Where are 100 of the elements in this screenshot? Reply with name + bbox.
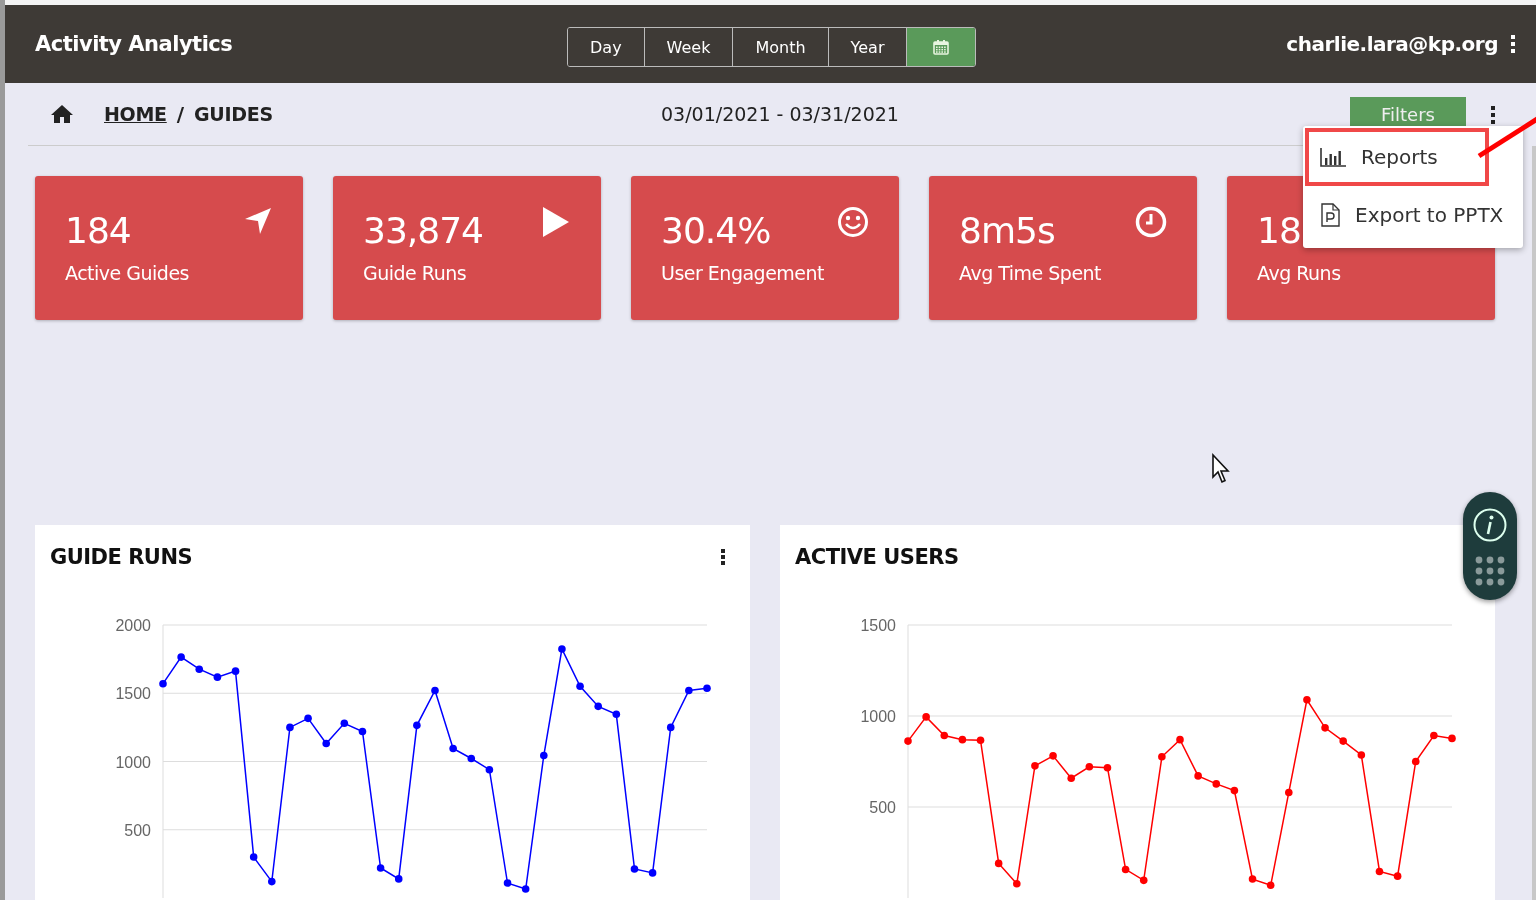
y-tick-label: 1500 <box>860 617 896 634</box>
data-point <box>1285 788 1293 797</box>
data-point <box>1430 731 1438 740</box>
data-point <box>1121 865 1130 874</box>
menu-item-label: Export to PPTX <box>1355 203 1504 227</box>
data-point <box>249 853 258 861</box>
navigation-icon <box>243 206 273 236</box>
data-point <box>1339 737 1347 745</box>
help-widget[interactable] <box>1463 492 1517 600</box>
breadcrumb-link[interactable]: HOME <box>104 103 167 125</box>
data-point <box>540 751 548 760</box>
data-point <box>940 731 949 740</box>
data-point <box>558 645 566 653</box>
data-point <box>594 702 602 711</box>
cursor-icon <box>1211 453 1233 485</box>
y-tick-label: 500 <box>869 799 896 816</box>
info-icon[interactable] <box>1472 506 1508 543</box>
stat-value: 33,874 <box>363 210 483 251</box>
date-range: 03/01/2021 - 03/31/2021 <box>661 103 899 125</box>
stat-value: 18 <box>1257 210 1301 251</box>
y-tick-label: 1000 <box>115 753 151 771</box>
calendar-button[interactable] <box>906 28 976 66</box>
data-point <box>231 667 240 675</box>
data-point <box>1158 752 1166 761</box>
data-point <box>1357 751 1366 759</box>
data-point <box>449 744 457 753</box>
data-point <box>322 739 330 748</box>
data-point <box>1321 724 1329 732</box>
stat-value: 30.4% <box>661 210 771 251</box>
stat-value: 184 <box>65 210 131 251</box>
data-point <box>358 727 367 736</box>
data-point <box>1139 876 1148 885</box>
data-point <box>431 686 439 695</box>
data-point <box>503 879 512 887</box>
data-point <box>268 877 276 886</box>
data-point <box>703 684 711 692</box>
data-point <box>1411 757 1420 766</box>
more-icon[interactable] <box>1510 34 1516 54</box>
data-point <box>1248 875 1257 883</box>
data-point <box>976 736 985 744</box>
menu-item-label: Reports <box>1361 145 1438 169</box>
smiley-icon <box>837 206 869 238</box>
data-point <box>1303 696 1311 704</box>
data-point <box>177 653 185 661</box>
data-point <box>1049 752 1057 760</box>
play-icon <box>541 206 571 238</box>
breadcrumb-separator: / <box>176 102 185 126</box>
data-point <box>394 875 403 883</box>
data-point <box>304 714 312 723</box>
data-point <box>576 682 584 691</box>
stat-label: Avg Time Spent <box>959 262 1103 284</box>
data-point <box>922 713 930 721</box>
data-point <box>1194 772 1202 780</box>
data-point <box>648 869 657 877</box>
data-point <box>904 737 912 745</box>
y-tick-label: 500 <box>124 821 151 839</box>
data-point <box>213 673 222 681</box>
data-point <box>485 765 494 774</box>
data-point <box>1013 880 1021 888</box>
more-icon[interactable] <box>720 548 726 566</box>
more-icon[interactable] <box>1490 104 1496 124</box>
clock-icon <box>1135 206 1167 238</box>
data-point <box>1067 774 1075 783</box>
data-point <box>1085 763 1094 771</box>
data-point <box>666 723 675 732</box>
chart-title: ACTIVE USERS <box>795 545 959 569</box>
stat-label: Active Guides <box>65 262 190 284</box>
chart-title: GUIDE RUNS <box>50 545 193 569</box>
user-email[interactable]: charlie.lara@kp.org <box>1286 32 1498 56</box>
data-point <box>1176 735 1184 744</box>
data-point <box>630 865 639 873</box>
y-tick-label: 2000 <box>115 617 151 634</box>
data-point <box>612 710 621 719</box>
menu-item[interactable]: Reports <box>1305 128 1489 186</box>
data-point <box>340 719 349 728</box>
data-point <box>1448 734 1456 743</box>
data-point <box>286 723 294 732</box>
stat-label: Guide Runs <box>363 262 468 284</box>
data-point <box>413 721 421 730</box>
menu-item[interactable]: Export to PPTX <box>1305 186 1521 244</box>
stat-value: 8m5s <box>959 210 1055 251</box>
data-point <box>958 735 967 744</box>
apps-grid-icon[interactable] <box>1475 555 1505 586</box>
stat-label: User Engagement <box>661 262 826 284</box>
data-point <box>1031 762 1039 770</box>
y-tick-label: 1500 <box>115 685 151 703</box>
data-point <box>1230 786 1239 795</box>
data-point <box>376 864 385 872</box>
document-icon <box>1319 203 1341 227</box>
breadcrumb-current: GUIDES <box>194 103 273 125</box>
data-point <box>1393 872 1402 880</box>
app-title: Activity Analytics <box>35 32 233 56</box>
bar-chart-icon <box>1319 146 1347 168</box>
home-icon[interactable] <box>50 104 74 124</box>
data-point <box>1266 881 1275 890</box>
data-point <box>685 686 693 695</box>
y-tick-label: 1000 <box>860 708 896 725</box>
data-point <box>521 885 530 893</box>
data-point <box>1103 763 1112 772</box>
data-point <box>1375 867 1384 876</box>
